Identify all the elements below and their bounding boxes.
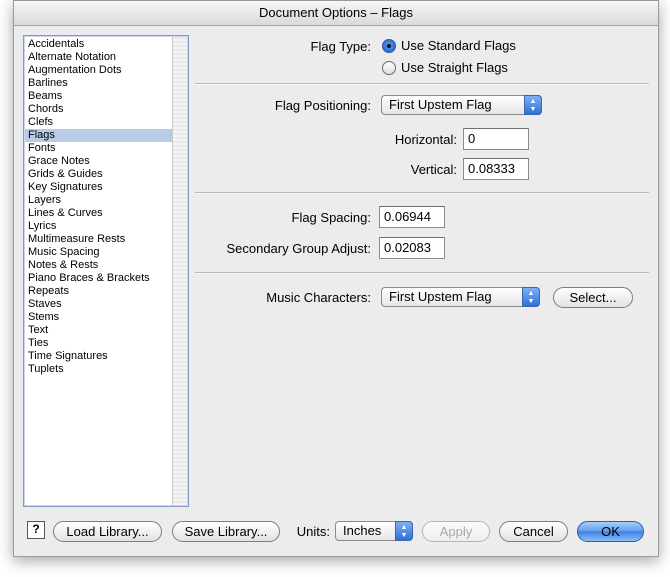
category-scrollbar[interactable] <box>172 37 187 505</box>
separator <box>195 83 649 85</box>
sidebar-item-barlines[interactable]: Barlines <box>25 77 173 90</box>
separator <box>195 272 649 274</box>
save-library-button[interactable]: Save Library... <box>172 521 280 542</box>
sidebar-item-lines-curves[interactable]: Lines & Curves <box>25 207 173 220</box>
popup-arrows-icon: ▲ ▼ <box>522 287 540 307</box>
sidebar-item-ties[interactable]: Ties <box>25 337 173 350</box>
sidebar-item-tuplets[interactable]: Tuplets <box>25 363 173 376</box>
secondary-group-adjust-field[interactable]: 0.02083 <box>379 237 445 259</box>
radio-standard-flags-label: Use Standard Flags <box>401 38 516 53</box>
category-list[interactable]: Accidentals Alternate Notation Augmentatio… <box>23 35 189 507</box>
sidebar-item-fonts[interactable]: Fonts <box>25 142 173 155</box>
flag-type-label: Flag Type: <box>310 39 371 54</box>
sidebar-item-clefs[interactable]: Clefs <box>25 116 173 129</box>
window-title: Document Options – Flags <box>14 1 658 26</box>
apply-button[interactable]: Apply <box>422 521 490 542</box>
sidebar-item-text[interactable]: Text <box>25 324 173 337</box>
select-button[interactable]: Select... <box>553 287 633 308</box>
radio-straight-flags-label: Use Straight Flags <box>401 60 508 75</box>
sidebar-item-notes-rests[interactable]: Notes & Rests <box>25 259 173 272</box>
music-characters-label: Music Characters: <box>266 290 371 305</box>
sidebar-item-flags[interactable]: Flags <box>25 129 173 142</box>
flag-positioning-label: Flag Positioning: <box>274 98 371 113</box>
cancel-button[interactable]: Cancel <box>499 521 568 542</box>
ok-button[interactable]: OK <box>577 521 644 542</box>
sidebar-item-layers[interactable]: Layers <box>25 194 173 207</box>
radio-straight-flags-button[interactable] <box>382 60 396 75</box>
sidebar-item-music-spacing[interactable]: Music Spacing <box>25 246 173 259</box>
load-library-button[interactable]: Load Library... <box>53 521 162 542</box>
document-options-window: Document Options – Flags Accidentals Alte… <box>13 0 659 557</box>
sidebar-item-accidentals[interactable]: Accidentals <box>25 38 173 51</box>
horizontal-label: Horizontal: <box>394 132 457 147</box>
vertical-label: Vertical: <box>410 162 457 177</box>
popup-arrows-icon: ▲ ▼ <box>395 521 413 541</box>
sidebar-item-multimeasure-rests[interactable]: Multimeasure Rests <box>25 233 173 246</box>
sidebar-item-repeats[interactable]: Repeats <box>25 285 173 298</box>
sidebar-item-time-signatures[interactable]: Time Signatures <box>25 350 173 363</box>
sidebar-item-piano-braces-brackets[interactable]: Piano Braces & Brackets <box>25 272 173 285</box>
sidebar-item-lyrics[interactable]: Lyrics <box>25 220 173 233</box>
sidebar-item-chords[interactable]: Chords <box>25 103 173 116</box>
help-icon[interactable]: ? <box>27 521 45 539</box>
sidebar-item-grace-notes[interactable]: Grace Notes <box>25 155 173 168</box>
flag-spacing-label: Flag Spacing: <box>291 210 372 225</box>
radio-standard-flags-button[interactable] <box>382 38 396 53</box>
separator <box>195 192 649 194</box>
units-label: Units: <box>296 524 330 539</box>
sidebar-item-stems[interactable]: Stems <box>25 311 173 324</box>
secondary-group-adjust-label: Secondary Group Adjust: <box>226 241 371 256</box>
sidebar-item-staves[interactable]: Staves <box>25 298 173 311</box>
units-value: Inches <box>343 523 382 538</box>
sidebar-item-beams[interactable]: Beams <box>25 90 173 103</box>
flag-positioning-value: First Upstem Flag <box>389 97 492 112</box>
vertical-field[interactable]: 0.08333 <box>463 158 529 180</box>
radio-standard-flags[interactable]: Use Standard Flags <box>382 38 516 53</box>
music-characters-value: First Upstem Flag <box>389 289 492 304</box>
sidebar-item-grids-guides[interactable]: Grids & Guides <box>25 168 173 181</box>
radio-straight-flags[interactable]: Use Straight Flags <box>382 60 508 75</box>
category-list-items: Accidentals Alternate Notation Augmentatio… <box>25 38 173 376</box>
flag-positioning-popup[interactable]: First Upstem Flag ▲ ▼ <box>381 95 542 115</box>
flag-spacing-field[interactable]: 0.06944 <box>379 206 445 228</box>
music-characters-popup[interactable]: First Upstem Flag ▲ ▼ <box>381 287 540 307</box>
sidebar-item-augmentation-dots[interactable]: Augmentation Dots <box>25 64 173 77</box>
sidebar-item-key-signatures[interactable]: Key Signatures <box>25 181 173 194</box>
sidebar-item-alternate-notation[interactable]: Alternate Notation <box>25 51 173 64</box>
popup-arrows-icon: ▲ ▼ <box>524 95 542 115</box>
horizontal-field[interactable]: 0 <box>463 128 529 150</box>
units-popup[interactable]: Inches ▲ ▼ <box>335 521 413 541</box>
